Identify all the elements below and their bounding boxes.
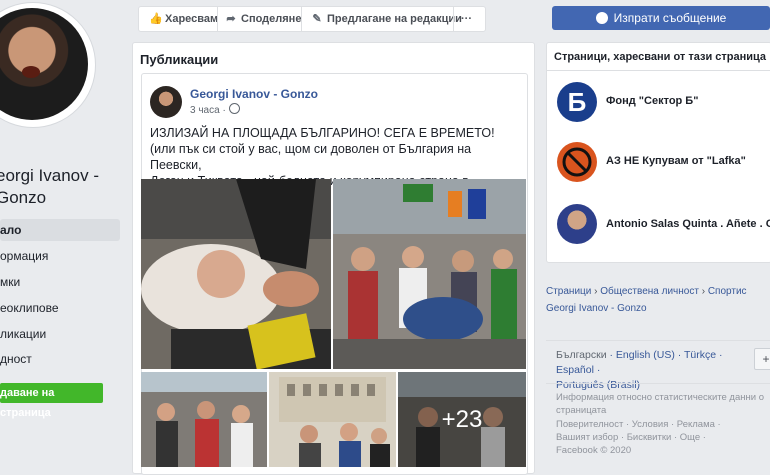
language-link-en[interactable]: English (US) <box>616 349 675 361</box>
nav-item-photos[interactable]: мки <box>0 271 120 293</box>
more-languages-button[interactable]: + <box>754 348 770 370</box>
photo-injured-man-icon <box>141 179 331 369</box>
page-title: eorgi Ivanov - Gonzo <box>0 166 99 207</box>
nav-item-posts[interactable]: ликации <box>0 323 120 345</box>
post-photo-4[interactable] <box>269 372 396 467</box>
no-lafka-logo-icon[interactable] <box>557 142 597 182</box>
breadcrumb: Страници › Обществена личност › Спортис … <box>546 283 770 317</box>
nav-item-info[interactable]: ормация <box>0 245 120 267</box>
breadcrumb-public-figure-link[interactable]: Обществена личност <box>600 286 699 297</box>
page-action-bar: 👍 Харесвам ➦ Споделяне ✎ Предлагане на р… <box>138 6 486 32</box>
sektor-b-logo-icon[interactable]: Б <box>557 82 597 122</box>
nav-item-home[interactable]: ало <box>0 219 120 241</box>
post-timestamp[interactable]: 3 часа · <box>190 103 240 116</box>
post-author-avatar[interactable] <box>150 86 182 118</box>
post-author-link[interactable]: Georgi Ivanov - Gonzo <box>190 87 318 101</box>
footer-insights-link-cont[interactable]: страницата <box>556 404 766 417</box>
language-link-tr[interactable]: Türkçe <box>684 349 716 361</box>
footer-copyright: Facebook © 2020 <box>556 445 632 456</box>
liked-page-link[interactable]: Antonio Salas Quinta . Añete . Of <box>606 218 770 230</box>
post-photo-1[interactable] <box>141 179 331 369</box>
breadcrumb-page-link[interactable]: Georgi Ivanov - Gonzo <box>546 300 770 317</box>
thumbs-up-icon: 👍 <box>149 13 163 25</box>
post-photo-3[interactable] <box>141 372 267 467</box>
messenger-icon <box>595 12 608 24</box>
nav-item-community[interactable]: дност <box>0 348 120 370</box>
share-arrow-icon: ➦ <box>226 13 236 25</box>
liked-page-link[interactable]: АЗ НЕ Купувам от "Lafka" <box>606 155 746 167</box>
photo-crowd-icon <box>333 179 526 369</box>
antonio-salas-avatar[interactable] <box>557 204 597 244</box>
liked-page-link[interactable]: Фонд "Сектор Б" <box>606 95 698 107</box>
language-selector: Български · English (US) · Türkçe · Espa… <box>556 349 723 391</box>
pencil-icon: ✎ <box>312 13 322 25</box>
more-photos-overlay[interactable]: +23 <box>398 372 526 467</box>
create-page-button[interactable]: даване на страница <box>0 383 103 419</box>
language-link-pt[interactable]: Português (Brasil) <box>556 379 640 391</box>
footer-insights-link[interactable]: Информация относно статистическите данни… <box>556 391 766 404</box>
send-message-button[interactable]: Изпрати съобщение <box>552 6 770 30</box>
photo-building-icon <box>269 372 396 467</box>
more-options-button[interactable]: ··· <box>461 7 472 31</box>
suggest-edits-button[interactable]: ✎ Предлагане на редакции <box>311 7 462 31</box>
breadcrumb-sports-link[interactable]: Спортис <box>708 286 747 297</box>
globe-icon <box>228 103 240 114</box>
language-link-es[interactable]: Español <box>556 364 594 376</box>
breadcrumb-pages-link[interactable]: Страници <box>546 286 591 297</box>
nav-item-videos[interactable]: еоклипове <box>0 297 120 319</box>
footer-links[interactable]: Поверителност · Условия · Реклама · <box>556 418 766 431</box>
post-photo-2[interactable] <box>333 179 526 369</box>
footer-links[interactable]: Вашият избор · Бисквитки · Още · <box>556 431 766 444</box>
current-language: Български <box>556 349 607 361</box>
publications-title: Публикации <box>140 52 219 67</box>
photo-street-crowd-icon <box>141 372 267 467</box>
liked-pages-title: Страници, харесвани от тази страница <box>554 51 767 63</box>
like-button[interactable]: 👍 Харесвам <box>149 7 218 31</box>
share-button[interactable]: ➦ Споделяне <box>225 7 301 31</box>
